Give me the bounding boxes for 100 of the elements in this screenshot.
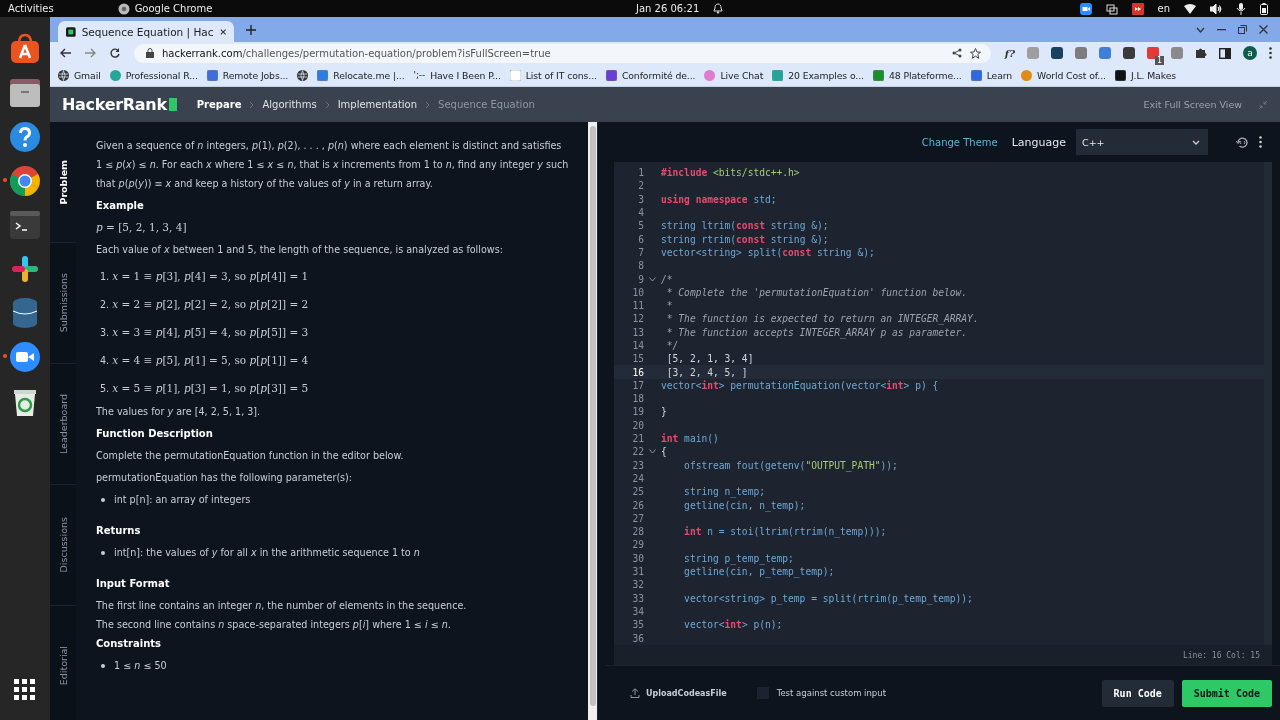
side-tab[interactable]: Submissions <box>50 243 76 364</box>
line-number: 27 <box>631 512 644 524</box>
chevron-icon <box>425 100 431 109</box>
code-line: */ <box>665 340 679 351</box>
line-number: 7 <box>637 246 644 258</box>
code-line: /* <box>661 273 673 285</box>
code-editor[interactable] <box>614 162 1272 645</box>
address-field[interactable]: hackerrank.com/challenges/permutation-equation/problem?isFullScreen=true <box>134 43 991 63</box>
browser-tab[interactable]: Sequence Equation | Hac <box>58 21 234 42</box>
extension-icon[interactable] <box>1051 47 1063 59</box>
bookmark-label: Have I Been P... <box>430 69 501 81</box>
bookmark-link[interactable]: Gmail <box>58 69 101 81</box>
site-logo[interactable]: HackerRank <box>62 95 177 114</box>
bookmark-link[interactable]: 20 Examples o... <box>772 69 864 81</box>
breadcrumb-link[interactable]: Sequence Equation <box>438 99 535 110</box>
record-icon[interactable] <box>1131 2 1144 15</box>
wifi-icon[interactable] <box>1184 3 1196 14</box>
bookmark-link[interactable]: World Cost of... <box>1021 69 1106 81</box>
chevron-icon[interactable] <box>649 276 656 282</box>
checkbox-label[interactable]: Test against custom input <box>776 688 886 698</box>
caret-icon <box>1192 139 1200 145</box>
folder-icon[interactable] <box>10 79 40 107</box>
chevron-icon[interactable] <box>649 449 656 455</box>
code-line: ofstream fout(getenv("OUTPUT_PATH")); <box>683 459 898 471</box>
bookmark-link[interactable]: Remote Jobs... <box>206 69 289 81</box>
volume-icon[interactable] <box>1210 3 1222 14</box>
bookmark-link[interactable]: Professional R... <box>109 69 198 81</box>
side-tab[interactable]: Discussions <box>50 485 76 606</box>
shopping-bag-icon[interactable] <box>9 33 41 65</box>
bookmark-link[interactable]: Learn <box>970 69 1013 81</box>
extension-icon[interactable] <box>1123 47 1135 59</box>
side-tab[interactable]: Editorial <box>50 606 76 720</box>
language-dropdown[interactable]: C++ <box>1076 129 1208 155</box>
close-icon[interactable] <box>219 27 226 36</box>
activities-button[interactable]: Activities <box>8 3 54 14</box>
minimize-icon[interactable] <box>1217 28 1226 31</box>
bookmark-link[interactable]: Conformité de... <box>605 69 696 81</box>
clock[interactable]: Jan 26 06:21 <box>636 3 700 14</box>
apps-grid-icon[interactable] <box>14 679 36 701</box>
side-tab[interactable]: Leaderboard <box>50 364 76 485</box>
list-number: 1. <box>100 270 110 282</box>
line-number: 14 <box>631 340 644 351</box>
share-icon[interactable] <box>951 48 962 58</box>
star-icon[interactable] <box>969 47 981 59</box>
bookmark-link[interactable]: ';-- Have I Been P... <box>413 69 501 81</box>
run-code-button[interactable]: Run Code <box>1101 679 1174 707</box>
chevron-icon <box>249 100 255 109</box>
bookmark-link[interactable]: 48 Plateforme... <box>872 69 962 81</box>
puzzle-icon[interactable] <box>1195 47 1207 59</box>
breadcrumb-link[interactable]: Implementation <box>337 99 418 110</box>
terminal-icon[interactable] <box>10 211 40 239</box>
bookmark-link[interactable]: Live Chat <box>704 69 764 81</box>
pinwheel-icon[interactable] <box>11 255 39 283</box>
battery-icon[interactable] <box>1260 2 1268 15</box>
video-camera-icon[interactable] <box>10 342 40 372</box>
bell-icon[interactable] <box>713 3 724 14</box>
breadcrumb-link[interactable]: Prepare <box>196 99 242 110</box>
back-icon[interactable] <box>60 48 71 58</box>
app-menu[interactable]: Google Chrome <box>117 2 213 15</box>
side-tab[interactable]: Problem <box>50 122 76 243</box>
submit-code-button[interactable]: Submit Code <box>1181 679 1272 707</box>
line-number: 30 <box>631 552 644 564</box>
caret-icon[interactable] <box>1196 26 1205 33</box>
exit-fullscreen-link[interactable]: Exit Full Screen View <box>1143 99 1242 110</box>
code-line: int n = stoi(ltrim(rtrim(n_temp))); <box>683 526 887 538</box>
new-tab-icon[interactable] <box>246 24 256 35</box>
restore-icon[interactable] <box>1238 25 1247 34</box>
help-icon[interactable] <box>10 122 40 152</box>
profile-avatar[interactable]: a <box>1243 46 1257 60</box>
line-number: 35 <box>631 619 644 631</box>
close-icon[interactable] <box>1259 25 1268 34</box>
scrollbar[interactable] <box>1264 162 1272 645</box>
extension-button[interactable]: f? <box>1004 47 1015 59</box>
code-line: #include <bits/stdc++.h> <box>661 167 800 179</box>
video-camera-icon[interactable] <box>1079 2 1092 15</box>
upload-link[interactable]: UploadCodeasFile <box>630 688 727 698</box>
change-theme-link[interactable]: Change Theme <box>921 136 998 148</box>
microphone-icon[interactable] <box>1236 2 1246 15</box>
formula: p = [5, 2, 1, 3, 4] <box>96 220 188 235</box>
language-indicator[interactable]: en <box>1157 3 1170 14</box>
extension-icon[interactable] <box>1147 47 1159 59</box>
reload-icon[interactable] <box>110 48 120 58</box>
bookmark-link[interactable]: Relocate.me |... <box>317 69 405 81</box>
history-icon[interactable] <box>1236 135 1249 149</box>
code-line: string n_temp; <box>683 486 765 498</box>
more-menu-icon[interactable] <box>1269 47 1272 59</box>
more-menu-icon[interactable] <box>1259 136 1262 148</box>
screen-share-icon[interactable] <box>1105 2 1118 15</box>
bookmark-link[interactable]: J.L. Makes <box>1114 69 1176 81</box>
forward-icon[interactable] <box>85 48 96 58</box>
side-panel-icon[interactable] <box>1219 47 1231 59</box>
scrollbar[interactable] <box>588 122 597 720</box>
bookmark-link[interactable]: List of IT cons... <box>509 69 597 81</box>
paragraph: The first line contains an integer n, the number of elements in the sequence. <box>96 599 468 613</box>
database-icon[interactable] <box>11 297 39 329</box>
browser-icon[interactable] <box>10 166 40 196</box>
line-number: 11 <box>631 300 644 312</box>
breadcrumb-link[interactable]: Algorithms <box>262 99 317 110</box>
globe-icon[interactable] <box>297 69 309 81</box>
line-number: 22 <box>631 446 644 458</box>
